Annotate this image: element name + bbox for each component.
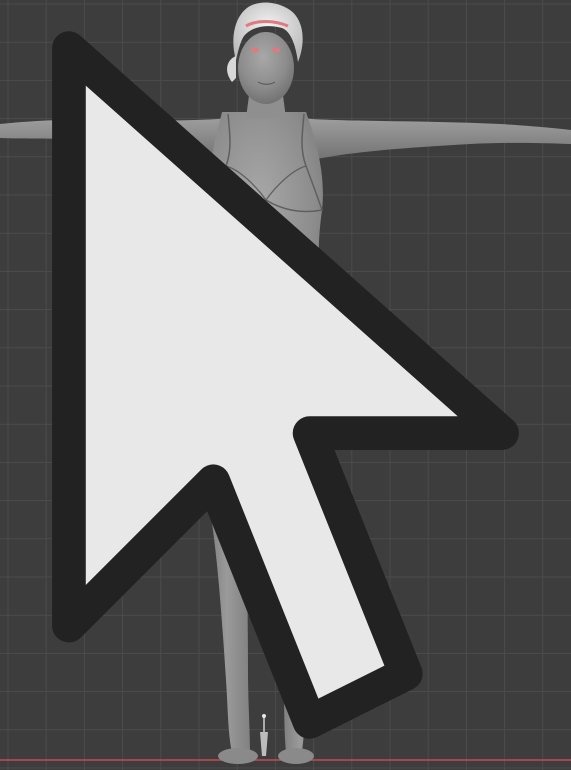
arrow-cursor-icon [52,31,519,739]
3d-viewport[interactable] [0,0,571,770]
